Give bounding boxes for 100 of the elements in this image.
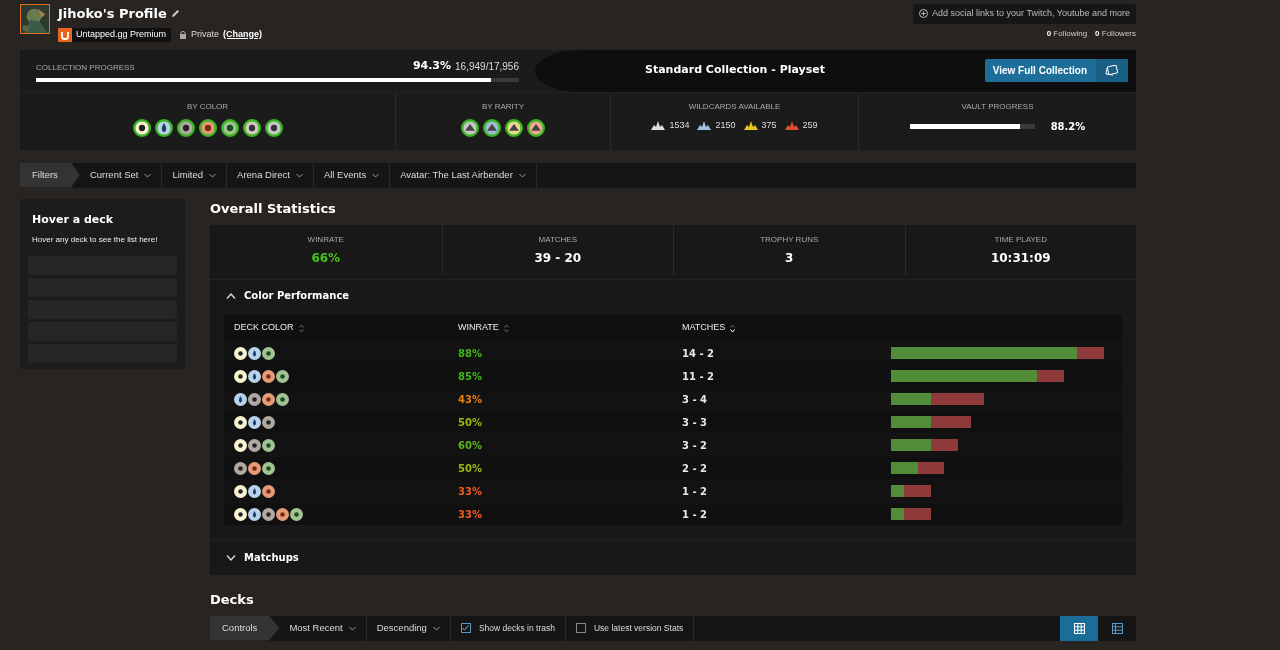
wildcard-count: 259 — [802, 118, 818, 132]
checkbox[interactable] — [460, 623, 471, 633]
mana-symbol-icon — [132, 118, 151, 137]
matches-value: 14 - 2 — [682, 346, 714, 361]
mana-symbol-icon — [198, 118, 217, 137]
winrate-value: 33% — [458, 507, 482, 522]
filter-dropdown[interactable]: Arena Direct — [227, 162, 314, 188]
filters-label[interactable]: Filters — [20, 162, 80, 188]
mana-symbol-icon — [262, 392, 275, 406]
wildcard-count: 1534 — [669, 118, 690, 132]
wildcard-count: 375 — [761, 118, 777, 132]
caret-icon — [432, 625, 440, 631]
mana-symbol-icon — [262, 484, 275, 498]
mana-symbol-icon — [248, 369, 261, 383]
matches-value: 3 - 2 — [682, 438, 708, 453]
filter-dropdown[interactable]: Avatar: The Last Airbender — [390, 162, 537, 188]
mana-symbol-icon — [154, 118, 173, 137]
wildcard-icon — [784, 120, 799, 130]
mana-symbol-icon — [220, 118, 239, 137]
matches-value: 11 - 2 — [682, 369, 714, 384]
matches-value: 3 - 3 — [682, 415, 708, 430]
stat-value: 39 - 20 — [534, 249, 582, 267]
caret-icon — [518, 172, 526, 178]
mana-symbol-icon — [248, 507, 261, 521]
mana-symbol-icon — [248, 438, 261, 452]
mana-symbol-icon — [276, 507, 289, 521]
section-toggle[interactable]: Color Performance — [226, 288, 350, 303]
pencil-icon[interactable] — [170, 9, 180, 19]
stat-label: MATCHES — [538, 233, 577, 246]
mana-symbol-icon — [248, 461, 261, 475]
winrate-value: 85% — [458, 369, 482, 384]
mana-symbol-icon — [242, 118, 261, 137]
mana-symbol-icon — [248, 346, 261, 360]
wildcard-icon — [697, 120, 712, 130]
checkmark-icon — [462, 625, 470, 631]
filter-dropdown[interactable]: All Events — [313, 162, 391, 188]
collection-title: Standard Collection - Playset — [645, 62, 825, 79]
panel-title: Hover a deck — [32, 211, 115, 228]
view-collection-button[interactable]: View Full Collection — [984, 59, 1128, 82]
collection-count: 16,949/17,956 — [455, 60, 519, 74]
stat-label: WINRATE — [307, 233, 344, 246]
vault-percent: 88.2% — [1050, 119, 1086, 134]
sort-dropdown[interactable]: Most Recent — [279, 615, 367, 641]
matches-value: 2 - 2 — [682, 461, 708, 476]
mana-symbol-icon — [176, 118, 195, 137]
stat-value: 3 — [785, 249, 794, 267]
privacy-label: Private — [191, 27, 220, 41]
mana-symbol-icon — [262, 346, 275, 360]
filter-dropdown[interactable]: Current Set — [79, 162, 163, 188]
column-header[interactable]: WINRATE — [458, 321, 499, 335]
mana-symbol-icon — [262, 507, 275, 521]
controls-label[interactable]: Controls — [210, 615, 280, 641]
sort-icon[interactable] — [730, 323, 736, 333]
mana-symbol-icon — [276, 369, 289, 383]
caret-icon — [295, 172, 303, 178]
mana-symbol-icon — [276, 392, 289, 406]
followers-link[interactable]: 0 Followers — [1095, 27, 1136, 40]
winrate-value: 43% — [458, 392, 482, 407]
section-label: BY RARITY — [481, 100, 525, 113]
caret-icon — [144, 172, 152, 178]
list-icon — [1111, 622, 1123, 634]
membership-badge: Untapped.gg Premium — [58, 27, 172, 42]
view-toggle[interactable] — [1060, 615, 1098, 641]
wildcard-icon — [743, 120, 758, 130]
grid-icon — [1073, 622, 1085, 634]
mana-symbol-icon — [234, 346, 247, 360]
collection-percent: 94.3% — [412, 57, 452, 74]
mana-symbol-icon — [234, 415, 247, 429]
cards-icon — [1105, 65, 1119, 76]
plus-icon — [919, 9, 929, 19]
checkbox[interactable] — [575, 623, 586, 633]
checkbox-label: Use latest version Stats — [593, 621, 684, 635]
mana-symbol-icon — [262, 369, 275, 383]
stat-value: 10:31:09 — [990, 249, 1051, 267]
checkbox-label: Show decks in trash — [478, 621, 555, 635]
mana-symbol-icon — [262, 415, 275, 429]
filter-dropdown[interactable]: Limited — [162, 162, 228, 188]
stat-label: TIME PLAYED — [994, 233, 1047, 246]
following-link[interactable]: 0 Following — [1046, 27, 1088, 40]
change-link[interactable]: (Change) — [223, 27, 263, 42]
mana-symbol-icon — [234, 392, 247, 406]
sort-dropdown[interactable]: Descending — [366, 615, 451, 641]
mana-symbol-icon — [248, 484, 261, 498]
mana-symbol-icon — [234, 507, 247, 521]
collection-progress-label: COLLECTION PROGRESS — [36, 62, 135, 74]
section-toggle[interactable]: Matchups — [226, 550, 299, 565]
section-label: WILDCARDS AVAILABLE — [688, 100, 781, 113]
matches-value: 1 - 2 — [682, 507, 708, 522]
caret-icon — [372, 172, 380, 178]
matches-value: 3 - 4 — [682, 392, 708, 407]
column-header[interactable]: DECK COLOR — [234, 321, 294, 335]
mana-symbol-icon — [290, 507, 303, 521]
stat-label: TROPHY RUNS — [760, 233, 819, 246]
social-links-button[interactable]: Add social links to your Twitch, Youtube and more — [913, 4, 1136, 24]
matches-value: 1 - 2 — [682, 484, 708, 499]
winrate-value: 50% — [458, 415, 482, 430]
mana-symbol-icon — [248, 392, 261, 406]
mana-symbol-icon — [248, 415, 261, 429]
column-header[interactable]: MATCHES — [682, 321, 726, 335]
caret-icon — [209, 172, 217, 178]
